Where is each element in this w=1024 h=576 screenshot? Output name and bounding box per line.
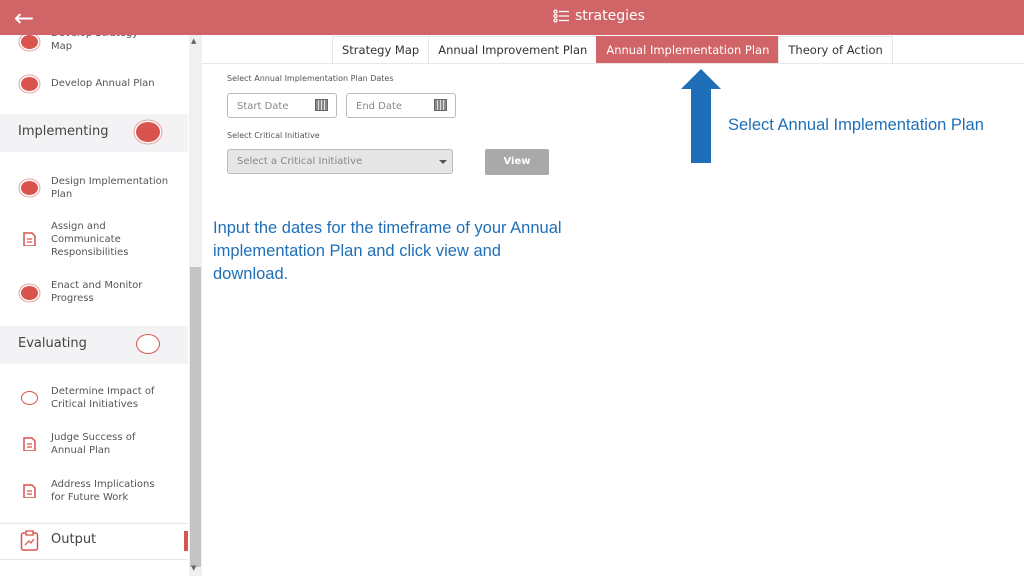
end-date-input[interactable]: End Date bbox=[346, 93, 456, 118]
critical-initiative-select[interactable]: Select a Critical Initiative bbox=[227, 149, 453, 174]
filled-circle-icon bbox=[136, 122, 160, 142]
sidebar-item-address-implications[interactable]: Address Implications for Future Work bbox=[0, 477, 188, 507]
sidebar-item-label: Enact and Monitor Progress bbox=[51, 280, 143, 304]
sidebar-item-label: Address Implications for Future Work bbox=[51, 479, 155, 503]
section-implementing[interactable]: Implementing bbox=[0, 114, 188, 152]
sidebar-item-assign-responsibilities[interactable]: Assign and Communicate Responsibilities bbox=[0, 220, 188, 260]
sidebar-item-develop-annual-plan[interactable]: Develop Annual Plan bbox=[0, 69, 188, 97]
filled-circle-icon bbox=[21, 77, 38, 91]
divider bbox=[0, 559, 188, 560]
document-icon bbox=[23, 232, 36, 246]
empty-circle-icon bbox=[21, 391, 38, 405]
sidebar: Develop Strategy Map Develop Annual Plan… bbox=[0, 35, 188, 576]
view-button[interactable]: View bbox=[485, 149, 549, 175]
header-bar: ← strategies bbox=[0, 0, 1024, 35]
sidebar-item-label: Output bbox=[51, 532, 97, 547]
start-date-input[interactable]: Start Date bbox=[227, 93, 337, 118]
sidebar-item-label: Design Implementation Plan bbox=[51, 176, 169, 200]
chevron-down-icon bbox=[439, 160, 447, 164]
tab-annual-implementation-plan[interactable]: Annual Implementation Plan bbox=[596, 36, 779, 64]
empty-circle-icon bbox=[136, 334, 160, 354]
sidebar-item-label: Determine Impact of Critical Initiatives bbox=[51, 386, 155, 410]
select-placeholder: Select a Critical Initiative bbox=[237, 156, 363, 167]
sidebar-item-enact-monitor[interactable]: Enact and Monitor Progress bbox=[0, 278, 188, 308]
active-indicator bbox=[184, 531, 188, 551]
initiative-label: Select Critical Initiative bbox=[227, 131, 320, 140]
sidebar-item-judge-success[interactable]: Judge Success of Annual Plan bbox=[0, 430, 188, 460]
clipboard-icon bbox=[20, 530, 39, 551]
start-date-placeholder: Start Date bbox=[237, 101, 289, 112]
calendar-icon[interactable] bbox=[434, 99, 447, 111]
sidebar-item-label: Develop Annual Plan bbox=[51, 78, 155, 89]
document-icon bbox=[23, 437, 36, 451]
list-icon bbox=[553, 9, 569, 23]
sidebar-item-label: Assign and Communicate Responsibilities bbox=[51, 221, 129, 258]
end-date-placeholder: End Date bbox=[356, 101, 403, 112]
dates-label: Select Annual Implementation Plan Dates bbox=[227, 74, 394, 83]
calendar-icon[interactable] bbox=[315, 99, 328, 111]
title-text: strategies bbox=[575, 8, 645, 24]
section-label: Implementing bbox=[18, 124, 109, 139]
sidebar-item-label: Develop Strategy Map bbox=[51, 35, 138, 52]
tab-bar: Strategy Map Annual Improvement Plan Ann… bbox=[332, 36, 893, 64]
document-icon bbox=[23, 484, 36, 498]
scroll-up-icon[interactable]: ▲ bbox=[191, 37, 196, 45]
divider bbox=[202, 63, 1024, 64]
form-annotation: Input the dates for the timeframe of you… bbox=[213, 219, 562, 283]
sidebar-item-output[interactable]: Output bbox=[0, 524, 188, 559]
tab-annual-improvement-plan[interactable]: Annual Improvement Plan bbox=[428, 36, 597, 64]
filled-circle-icon bbox=[21, 181, 38, 195]
tab-annotation: Select Annual Implementation Plan bbox=[728, 116, 984, 134]
page-title: strategies bbox=[553, 8, 645, 24]
section-evaluating[interactable]: Evaluating bbox=[0, 326, 188, 364]
sidebar-item-design-implementation-plan[interactable]: Design Implementation Plan bbox=[0, 173, 188, 203]
back-button[interactable]: ← bbox=[14, 4, 34, 32]
sidebar-item-develop-strategy-map[interactable]: Develop Strategy Map bbox=[0, 35, 188, 63]
arrow-up-icon bbox=[681, 69, 721, 163]
tab-strategy-map[interactable]: Strategy Map bbox=[332, 36, 429, 64]
sidebar-scrollbar[interactable]: ▲ ▼ bbox=[189, 35, 202, 576]
tab-theory-of-action[interactable]: Theory of Action bbox=[778, 36, 893, 64]
filled-circle-icon bbox=[21, 35, 38, 49]
scroll-down-icon[interactable]: ▼ bbox=[191, 564, 196, 572]
sidebar-item-determine-impact[interactable]: Determine Impact of Critical Initiatives bbox=[0, 384, 188, 414]
sidebar-item-label: Judge Success of Annual Plan bbox=[51, 432, 136, 456]
scrollbar-thumb[interactable] bbox=[190, 267, 201, 567]
section-label: Evaluating bbox=[18, 336, 87, 351]
filled-circle-icon bbox=[21, 286, 38, 300]
